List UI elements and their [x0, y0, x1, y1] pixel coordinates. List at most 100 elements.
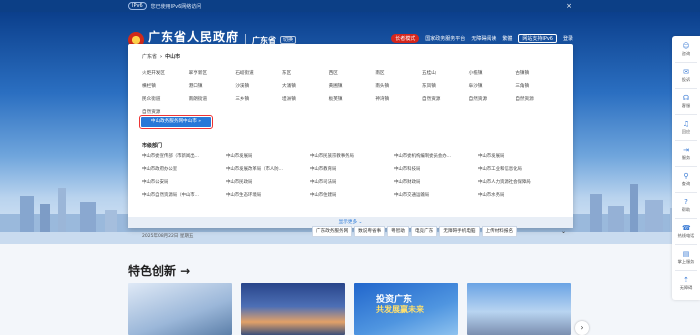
city-service-portal-button[interactable]: 中山政务服务网中山市 » — [138, 114, 214, 130]
town-item[interactable]: 五桂山 — [422, 70, 469, 76]
quick-link[interactable]: 无障碍手机电脑 — [439, 226, 480, 237]
divider — [675, 140, 697, 141]
department-item[interactable]: 中山市委机构编制委员会办... — [394, 153, 478, 159]
quick-link[interactable]: 上传材料报名 — [481, 226, 518, 237]
town-item[interactable]: 西区 — [329, 70, 376, 76]
town-item[interactable]: 大涌镇 — [282, 83, 329, 89]
divider — [675, 62, 697, 63]
town-item[interactable]: 南朗街道 — [189, 96, 236, 102]
card-caption-line: 投资广东 — [376, 295, 413, 305]
department-item[interactable]: 中山市自然资源局（中山市... — [142, 192, 226, 198]
traditional-chinese-link[interactable]: 繁體 — [502, 35, 512, 42]
breadcrumb: 广东省 › 中山市 — [142, 54, 181, 60]
switch-region-button[interactable]: 切换 — [280, 36, 297, 44]
town-item[interactable]: 板芙镇 — [329, 96, 376, 102]
town-item[interactable]: 沙溪镇 — [235, 83, 282, 89]
department-item[interactable]: 中山市交通运输局 — [394, 192, 478, 198]
national-platform-link[interactable]: 国家政务服务平台 — [425, 35, 465, 42]
department-item[interactable]: 中山市住建局 — [310, 192, 394, 198]
sidebar-item-complain[interactable]: ✉ 投诉 — [672, 68, 700, 83]
department-item[interactable]: 中山市司法局 — [310, 179, 394, 185]
breadcrumb-province[interactable]: 广东省 — [142, 54, 157, 60]
mail-icon: ✉ — [683, 68, 689, 76]
department-list: 中山市委宣传部（市新闻出... 中山市发展局 中山市民族宗教事务局 中山市委机构… — [142, 153, 562, 198]
sidebar-item-label: 服务 — [681, 155, 691, 160]
town-item[interactable]: 石岐街道 — [235, 70, 282, 76]
town-item[interactable]: 自然资源 — [515, 96, 562, 102]
ipv6-support-link[interactable]: 网站支持IPv6 — [518, 34, 557, 43]
town-item[interactable]: 东凤镇 — [422, 83, 469, 89]
sidebar-item-hotline[interactable]: ☎ 热线电话 — [672, 224, 700, 239]
town-item[interactable]: 自然资源 — [469, 96, 516, 102]
town-item[interactable]: 三乡镇 — [235, 96, 282, 102]
feature-card[interactable] — [241, 283, 345, 335]
quick-link[interactable]: 广东政务服务网 — [312, 226, 353, 237]
sidebar-item-label: 客服 — [681, 103, 691, 108]
elder-mode-button[interactable]: 长者模式 — [391, 34, 420, 43]
department-item[interactable]: 中山市财政局 — [394, 179, 478, 185]
login-link[interactable]: 登录 — [563, 35, 573, 42]
quick-link[interactable]: 数说粤省事 — [354, 226, 386, 237]
town-item[interactable]: 港口镇 — [189, 83, 236, 89]
sidebar-item-mobile[interactable]: ▤ 掌上服务 — [672, 250, 700, 265]
town-item[interactable]: 自然资源 — [142, 109, 189, 115]
town-item[interactable]: 古镇镇 — [515, 70, 562, 76]
town-item[interactable]: 南区 — [375, 70, 422, 76]
quick-links: 广东政务服务网 数说粤省事 粤智助 电竞广东 无障碍手机电脑 上传材料报名 — [312, 226, 519, 237]
department-item[interactable]: 中山市民政局 — [226, 179, 310, 185]
department-item[interactable]: 中山市民族宗教事务局 — [310, 153, 394, 159]
response-icon: ♫ — [682, 120, 690, 128]
divider — [675, 114, 697, 115]
feature-card[interactable] — [128, 283, 232, 335]
chevron-down-icon[interactable]: ⌄ — [561, 228, 566, 235]
quick-link[interactable]: 电竞广东 — [410, 226, 438, 237]
town-item[interactable]: 坦洲镇 — [282, 96, 329, 102]
sidebar-item-consult[interactable]: ☺ 咨询 — [672, 42, 700, 57]
close-icon[interactable]: × — [566, 2, 572, 10]
search-icon: ⚲ — [683, 172, 689, 180]
sidebar-item-label: 掌上服务 — [677, 259, 695, 264]
sidebar-item-accessibility[interactable]: ⇡ 无障碍 — [672, 276, 700, 291]
town-item[interactable]: 自然资源 — [422, 96, 469, 102]
feature-card-invest-guangdong[interactable]: 投资广东 共发展赢未来 — [354, 283, 458, 335]
town-item[interactable]: 南头镇 — [375, 83, 422, 89]
department-item[interactable]: 中山市发展局 — [226, 153, 310, 159]
town-list: 火炬开发区 翠亨新区 石岐街道 东区 西区 南区 五桂山 小榄镇 古镇镇 横栏镇… — [142, 70, 562, 115]
feature-card[interactable] — [467, 283, 571, 335]
sidebar-item-response[interactable]: ♫ 回应 — [672, 120, 700, 135]
accessibility-link[interactable]: 无障碍阅读 — [471, 35, 496, 42]
department-item[interactable]: 中山市公安局 — [142, 179, 226, 185]
town-item[interactable]: 横栏镇 — [142, 83, 189, 89]
department-item[interactable]: 中山市水务局 — [478, 192, 562, 198]
department-item[interactable]: 中山市人力资源社会保障局 — [478, 179, 562, 185]
featured-innovation-title[interactable]: 特色创新 → — [128, 262, 190, 279]
town-item[interactable]: 东区 — [282, 70, 329, 76]
town-item[interactable]: 火炬开发区 — [142, 70, 189, 76]
sidebar-item-service-desk[interactable]: ☊ 客服 — [672, 94, 700, 109]
department-item[interactable]: 中山市工业和信息化局 — [478, 166, 562, 172]
headset-icon: ☊ — [682, 94, 690, 102]
department-item[interactable]: 中山市生态环境局 — [226, 192, 310, 198]
town-item[interactable]: 民众街道 — [142, 96, 189, 102]
department-item[interactable]: 中山市政府办公室 — [142, 166, 226, 172]
arrow-up-icon: ⇡ — [683, 276, 689, 284]
town-item[interactable]: 小榄镇 — [469, 70, 516, 76]
sidebar-item-search[interactable]: ⚲ 查询 — [672, 172, 700, 187]
town-item[interactable]: 神湾镇 — [375, 96, 422, 102]
town-item[interactable]: 三角镇 — [515, 83, 562, 89]
town-item[interactable]: 黄圃镇 — [329, 83, 376, 89]
quick-link[interactable]: 粤智助 — [387, 226, 409, 237]
card-caption: 投资广东 共发展赢未来 — [376, 295, 424, 315]
sidebar-item-label: 无障碍 — [679, 285, 693, 290]
town-item[interactable]: 翠亨新区 — [189, 70, 236, 76]
department-item[interactable]: 中山市科技局 — [394, 166, 478, 172]
chevron-right-icon[interactable]: › — [575, 321, 589, 335]
site-title: 广东省人民政府 — [148, 30, 240, 44]
town-item[interactable]: 阜沙镇 — [469, 83, 516, 89]
department-item[interactable]: 中山市发展改革局（市人防... — [226, 166, 310, 172]
department-item[interactable]: 中山市发展局 — [478, 153, 562, 159]
department-item[interactable]: 中山市委宣传部（市新闻出... — [142, 153, 226, 159]
sidebar-item-help[interactable]: ? 帮助 — [672, 198, 700, 213]
department-item[interactable]: 中山市教育局 — [310, 166, 394, 172]
sidebar-item-services[interactable]: ⇥ 服务 — [672, 146, 700, 161]
